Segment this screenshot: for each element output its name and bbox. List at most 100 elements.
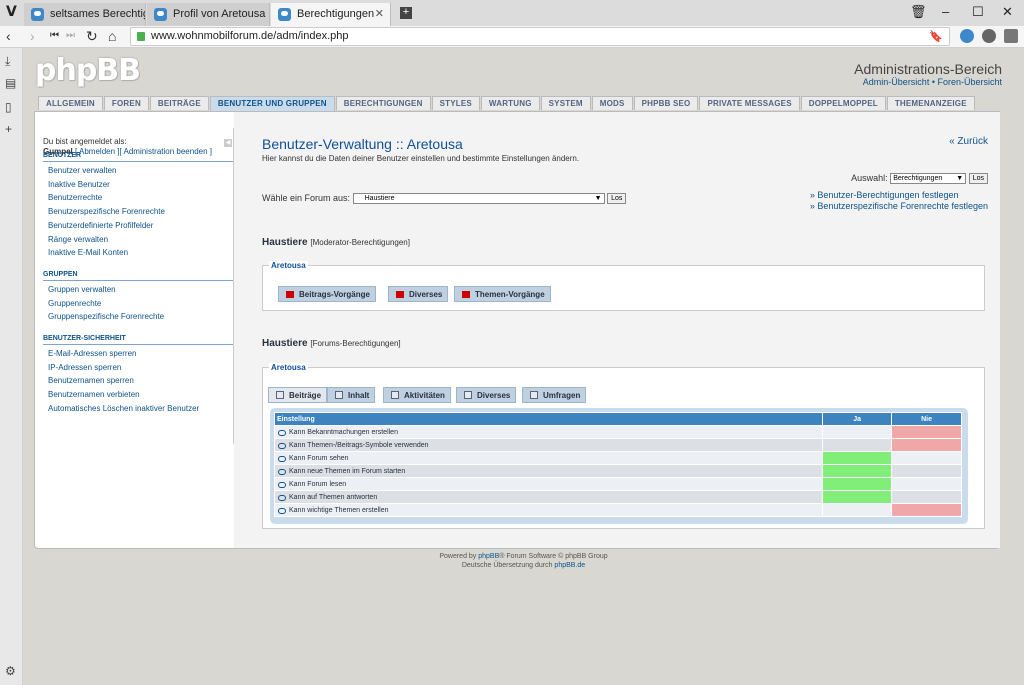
collapse-menu-icon[interactable]: ◀ (224, 139, 232, 147)
forum-los-button[interactable]: Los (607, 193, 627, 205)
red-square-icon (286, 291, 294, 298)
sidebar-item[interactable]: Benutzer verwalten (48, 166, 116, 175)
permission-ja-cell[interactable] (822, 477, 893, 491)
main-tab[interactable]: THEMENANZEIGE (886, 96, 975, 110)
permission-ja-cell[interactable] (822, 438, 893, 452)
forward-icon[interactable]: › (30, 28, 35, 44)
reload-icon[interactable]: ↻ (86, 28, 98, 44)
auswahl-los-button[interactable]: Los (968, 173, 988, 185)
browser-tab-3[interactable]: Berechtigungen ✕ (271, 3, 391, 26)
mod-tab-beitrags-vorgaenge[interactable]: Beitrags-Vorgänge (278, 286, 376, 302)
main-tabs: ALLGEMEIN FOREN BEITRÄGE BENUTZER UND GRUPP… (38, 96, 976, 112)
back-icon[interactable]: ‹ (6, 28, 11, 44)
url-input[interactable]: www.wohnmobilforum.de/adm/index.php 🔖 (130, 27, 950, 46)
sidebar-item[interactable]: Inaktive Benutzer (48, 180, 110, 189)
main-tab[interactable]: STYLES (431, 96, 480, 110)
forum-select[interactable]: Haustiere ▼ (352, 193, 605, 205)
sidebar-item[interactable]: IP-Adressen sperren (48, 363, 121, 372)
forum-tab-umfragen[interactable]: Umfragen (522, 387, 587, 403)
vivaldi-logo-icon[interactable]: V (6, 4, 20, 22)
permission-ja-cell[interactable] (822, 451, 893, 465)
content-area: Benutzer-Verwaltung :: Aretousa Hier kan… (234, 112, 1000, 548)
tab-label: Beitrags-Vorgänge (299, 290, 370, 299)
permission-nie-cell[interactable] (891, 477, 962, 491)
table-row: Kann Forum sehen (273, 451, 962, 465)
auswahl-label: Auswahl: (851, 173, 888, 183)
main-tab[interactable]: BEITRÄGE (149, 96, 209, 110)
permission-nie-cell[interactable] (891, 490, 962, 504)
permission-ja-cell[interactable] (822, 464, 893, 478)
sidebar-item[interactable]: Ränge verwalten (48, 235, 108, 244)
permission-nie-cell[interactable] (891, 425, 962, 439)
set-user-forum-permissions-link[interactable]: » Benutzerspezifische Forenrechte festle… (810, 201, 988, 212)
main-tab[interactable]: BERECHTIGUNGEN (335, 96, 431, 110)
download-icon[interactable]: ⤓ (5, 54, 10, 69)
checkbox-square-icon (391, 391, 399, 399)
trash-icon[interactable]: 🗑 (910, 4, 927, 20)
phpbb-de-link[interactable]: phpBB.de (554, 562, 585, 569)
permission-nie-cell[interactable] (891, 451, 962, 465)
permission-ja-cell[interactable] (822, 490, 893, 504)
close-window-icon[interactable]: ✕ (1002, 4, 1013, 20)
sidebar-item[interactable]: Inaktive E-Mail Konten (48, 248, 128, 257)
main-tab[interactable]: ALLGEMEIN (38, 96, 103, 110)
permission-ja-cell[interactable] (822, 503, 893, 517)
main-tab[interactable]: SYSTEM (540, 96, 591, 110)
phpbb-logo[interactable]: phpBB (35, 53, 141, 88)
main-tab[interactable]: DOPPELMOPPEL (800, 96, 886, 110)
phpbb-link[interactable]: phpBB (478, 553, 499, 560)
browser-tab-2[interactable]: Profil von Aretousa (147, 3, 270, 26)
browser-tab-1[interactable]: seltsames Berechtigungsproble (24, 3, 146, 26)
sidebar-item[interactable]: Gruppen verwalten (48, 285, 116, 294)
permission-nie-cell[interactable] (891, 503, 962, 517)
sidebar-item[interactable]: Automatisches Löschen inaktiver Benutzer (48, 404, 199, 413)
sidebar-item[interactable]: Benutzerspezifische Forenrechte (48, 207, 165, 216)
forum-tab-aktivitaeten[interactable]: Aktivitäten (383, 387, 451, 403)
table-row: Kann neue Themen im Forum starten (273, 464, 962, 478)
sidebar-item[interactable]: Gruppenrechte (48, 299, 101, 308)
auswahl-select[interactable]: Berechtigungen ▼ (890, 173, 967, 185)
maximize-icon[interactable]: ☐ (972, 4, 984, 20)
fast-forward-icon[interactable]: ⏭ (66, 28, 75, 44)
notes-icon[interactable]: ▤ (5, 76, 16, 90)
page-icon[interactable]: ▯ (5, 100, 12, 114)
bookmark-icon[interactable]: 🔖 (929, 29, 943, 46)
fieldset-legend: Aretousa (269, 261, 308, 270)
close-tab-icon[interactable]: ✕ (375, 3, 384, 25)
extension-icon[interactable] (960, 29, 974, 43)
sidebar-item[interactable]: Gruppenspezifische Forenrechte (48, 312, 164, 321)
set-user-permissions-link[interactable]: » Benutzer-Berechtigungen festlegen (810, 190, 988, 201)
forum-tab-diverses[interactable]: Diverses (456, 387, 517, 403)
sidebar-item[interactable]: Benutzerdefinierte Profilfelder (48, 221, 153, 230)
main-tab[interactable]: BENUTZER UND GRUPPEN (209, 96, 335, 112)
extension-icon[interactable] (1004, 29, 1018, 43)
favicon-icon (154, 8, 167, 21)
mod-tab-diverses[interactable]: Diverses (388, 286, 449, 302)
main-tab[interactable]: PHPBB SEO (633, 96, 699, 110)
main-tab[interactable]: PRIVATE MESSAGES (699, 96, 800, 110)
permission-ja-cell[interactable] (822, 425, 893, 439)
add-panel-icon[interactable]: + (5, 122, 12, 136)
forum-tab-inhalt[interactable]: Inhalt (327, 387, 376, 403)
settings-gear-icon[interactable]: ⚙ (5, 664, 16, 678)
heading-type: [Forums-Berechtigungen] (310, 339, 401, 348)
new-tab-icon[interactable]: + (400, 7, 412, 19)
minimize-icon[interactable]: – (942, 4, 949, 19)
rewind-icon[interactable]: ⏮ (50, 28, 59, 44)
home-icon[interactable]: ⌂ (108, 28, 116, 44)
permission-nie-cell[interactable] (891, 438, 962, 452)
extension-icon[interactable] (982, 29, 996, 43)
main-tab[interactable]: MODS (591, 96, 633, 110)
forum-tab-beitraege[interactable]: Beiträge (268, 387, 328, 403)
sidebar-item[interactable]: Benutzerrechte (48, 193, 102, 202)
forum-fieldset: Aretousa Beiträge Inhalt Aktivitäten Div… (262, 363, 985, 529)
main-tab[interactable]: WARTUNG (480, 96, 540, 110)
sidebar-item[interactable]: Benutzernamen sperren (48, 376, 134, 385)
admin-links[interactable]: Admin-Übersicht • Foren-Übersicht (863, 77, 1002, 87)
sidebar-item[interactable]: Benutzernamen verbieten (48, 390, 140, 399)
main-tab[interactable]: FOREN (103, 96, 149, 110)
sidebar-item[interactable]: E-Mail-Adressen sperren (48, 349, 136, 358)
mod-tab-themen-vorgaenge[interactable]: Themen-Vorgänge (454, 286, 551, 302)
permission-nie-cell[interactable] (891, 464, 962, 478)
back-link[interactable]: « Zurück (949, 136, 988, 147)
